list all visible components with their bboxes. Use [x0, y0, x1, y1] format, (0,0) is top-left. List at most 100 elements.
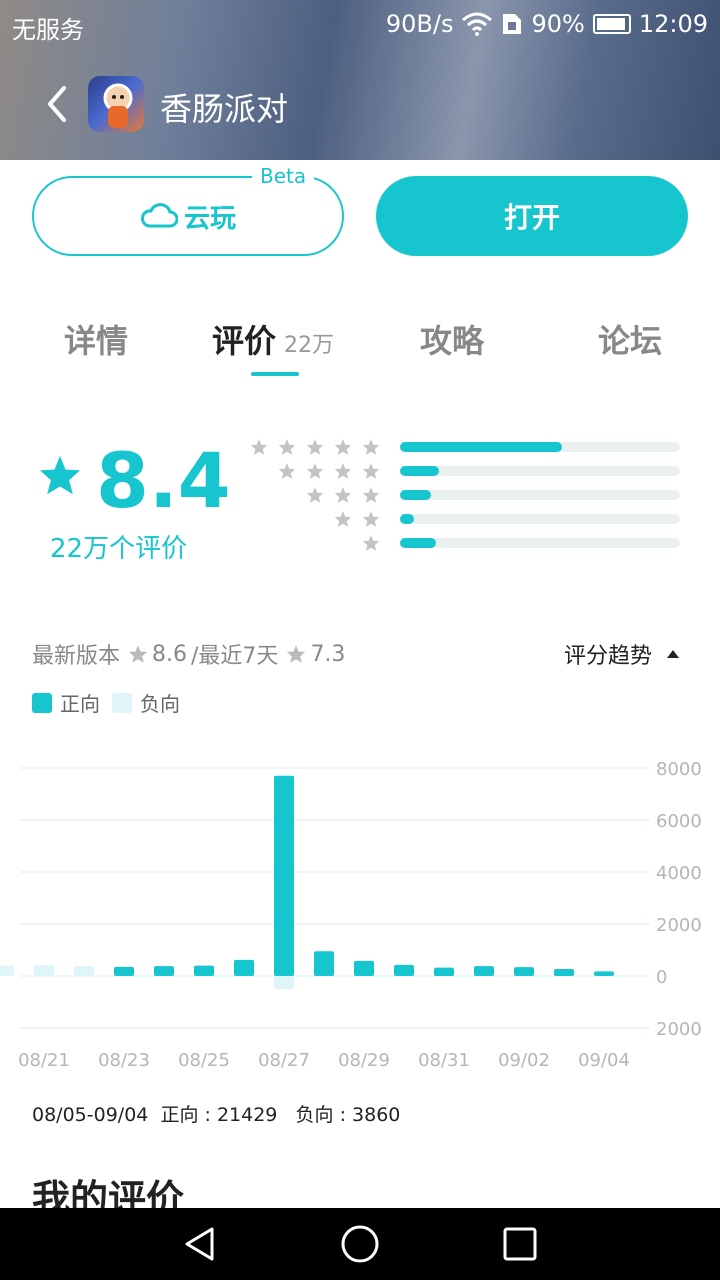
- status-right: 90B/s 90% 12:09: [386, 10, 708, 38]
- rating-score: 8.4: [96, 436, 231, 525]
- y-tick-label: 2000: [656, 915, 702, 936]
- back-icon[interactable]: [42, 84, 72, 124]
- star-icon: [39, 455, 81, 495]
- bar-positive-08/29: [354, 960, 374, 976]
- star-icon: [250, 439, 268, 455]
- x-tick-label: 08/25: [178, 1050, 230, 1071]
- tab-details[interactable]: 详情: [64, 316, 128, 362]
- bar-positive-09/01: [474, 966, 494, 976]
- bar-positive-09/03: [554, 968, 574, 976]
- star-icon: [278, 439, 296, 455]
- x-tick-label: 09/04: [578, 1050, 630, 1071]
- distribution-bar-fill: [400, 490, 431, 500]
- y-tick-label: 2000: [656, 1019, 702, 1040]
- tab-label: 评价: [212, 322, 277, 360]
- sim-icon: [503, 14, 522, 34]
- distribution-row-1-star: [250, 534, 690, 554]
- star-icon: [306, 487, 324, 503]
- app-title: 香肠派对: [160, 90, 289, 128]
- bar-negative-08/21: [34, 965, 54, 976]
- app-header: 无服务 90B/s 90% 12:09 香肠派对: [0, 0, 720, 160]
- tab-forum[interactable]: 论坛: [598, 316, 662, 362]
- distribution-bar-track: [400, 490, 680, 500]
- distribution-bar-track: [400, 514, 680, 524]
- distribution-bar-track: [400, 442, 680, 452]
- bar-positive-08/28: [314, 951, 334, 976]
- distribution-row-2-star: [250, 510, 690, 530]
- summary-positive: 正向 : 21429: [160, 1104, 278, 1126]
- star-icon: [334, 439, 352, 455]
- star-icon: [362, 463, 380, 479]
- summary-negative: 负向 : 3860: [295, 1104, 401, 1126]
- bar-positive-08/30: [394, 964, 414, 976]
- nav-recents-icon[interactable]: [502, 1226, 538, 1262]
- wifi-icon: [462, 12, 493, 36]
- distribution-bar-track: [400, 538, 680, 548]
- rating-trend-chart: 8000 6000 4000 2000 0 2000 08/21 08/23 08/25 08/2…: [0, 759, 702, 1071]
- caret-up-icon: [667, 650, 679, 658]
- cloud-play-label: 云玩: [183, 203, 236, 234]
- tab-guides[interactable]: 攻略: [420, 316, 484, 362]
- status-bar: 无服务 90B/s 90% 12:09: [0, 10, 720, 44]
- x-tick-label: 09/02: [498, 1050, 550, 1071]
- latest-version-score: 8.6: [152, 641, 188, 667]
- y-tick-label: 8000: [656, 759, 702, 780]
- chart-legend: 正向 负向: [32, 688, 180, 717]
- star-icon: [362, 487, 380, 503]
- star-icon: [362, 511, 380, 527]
- trend-label: 评分趋势: [563, 644, 652, 669]
- chart-summary: 08/05-09/04 正向 : 21429 负向 : 3860: [32, 1100, 400, 1127]
- bar-negative-08/22: [74, 966, 94, 976]
- bar-positive-08/31: [434, 967, 454, 976]
- legend-positive-label: 正向: [60, 692, 100, 716]
- app-icon: [88, 76, 144, 132]
- star-icon: [362, 535, 380, 551]
- x-tick-label: 08/31: [418, 1050, 470, 1071]
- legend-positive-swatch: [32, 692, 52, 713]
- latest-version-label: 最新版本: [32, 644, 121, 669]
- rating-trend-toggle[interactable]: 评分趋势: [564, 638, 680, 670]
- star-icon: [362, 439, 380, 455]
- sausage-character-icon: [103, 83, 133, 128]
- active-tab-indicator: [251, 372, 299, 376]
- cloud-icon: [140, 203, 178, 228]
- distribution-stars: [306, 486, 380, 504]
- bar-positive-09/02: [514, 967, 534, 976]
- bar-positive-08/24: [154, 966, 174, 976]
- x-tick-label: 08/27: [258, 1050, 310, 1071]
- bar-positive-08/27: [274, 775, 294, 976]
- version-ratings: 最新版本 8.6 /最近7天 7.3: [32, 638, 345, 670]
- nav-home-icon[interactable]: [340, 1224, 380, 1264]
- tab-label: 攻略: [420, 322, 485, 360]
- recent-label: /最近7天: [191, 644, 279, 669]
- distribution-bar-fill: [400, 442, 563, 452]
- x-tick-label: 08/21: [18, 1050, 70, 1071]
- review-count-badge: 22万: [284, 333, 335, 358]
- bar-positive-08/25: [194, 965, 214, 976]
- nav-back-icon[interactable]: [182, 1226, 218, 1262]
- x-tick-label: 08/23: [98, 1050, 150, 1071]
- star-icon: [306, 463, 324, 479]
- bar-positive-09/04: [594, 971, 614, 976]
- distribution-bar-fill: [400, 514, 414, 524]
- battery-icon: [592, 14, 631, 34]
- legend-negative-swatch: [112, 692, 132, 713]
- distribution-bar-track: [400, 466, 680, 476]
- tab-reviews[interactable]: 评价 22万: [212, 316, 334, 362]
- distribution-row-3-star: [250, 486, 690, 506]
- star-icon: [287, 645, 306, 663]
- bar-positive-08/26: [234, 959, 254, 976]
- recent-score: 7.3: [310, 641, 346, 667]
- star-icon: [306, 439, 324, 455]
- distribution-bar-fill: [400, 538, 437, 548]
- carrier-text: 无服务: [12, 16, 84, 44]
- cloud-play-button[interactable]: 云玩: [32, 176, 344, 256]
- network-speed: 90B/s: [385, 10, 454, 38]
- battery-percent: 90%: [531, 10, 585, 38]
- star-icon: [334, 487, 352, 503]
- legend-negative-label: 负向: [140, 692, 180, 716]
- x-tick-label: 08/29: [338, 1050, 390, 1071]
- open-button[interactable]: 打开: [376, 176, 688, 256]
- clock: 12:09: [638, 10, 708, 38]
- bar-negative-08/27: [274, 976, 294, 989]
